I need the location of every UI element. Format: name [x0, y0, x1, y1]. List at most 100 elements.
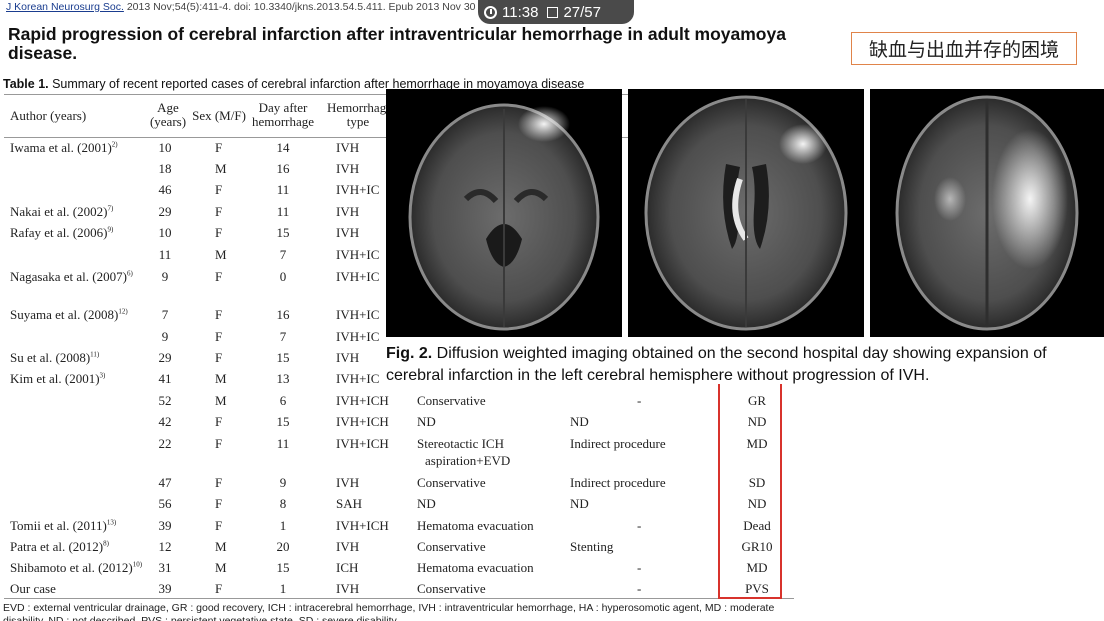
figure-caption: Fig. 2. Diffusion weighted imaging obtai… — [386, 343, 1104, 387]
table-cell-surgery: - — [637, 393, 642, 408]
table-cell-treatment: Conservative — [417, 581, 486, 596]
table-cell-surgery: Indirect procedure — [570, 436, 666, 451]
figure-images — [386, 89, 1104, 337]
table-cell-surgery: Indirect procedure — [570, 475, 666, 490]
table-cell-day: 15 — [276, 414, 290, 429]
table-cell-age: 10 — [158, 140, 172, 155]
table-cell-author: Iwama et al. (2001)2) — [10, 140, 118, 156]
table-cell-sex: F — [215, 269, 223, 284]
table-cell-hemorrhage-type: IVH+ICH — [336, 414, 389, 429]
table-cell-age: 29 — [158, 350, 172, 365]
table-cell-age: 18 — [158, 161, 172, 176]
table-cell-sex: F — [215, 414, 223, 429]
table-cell-age: 39 — [158, 518, 172, 533]
reference-number: 12) — [118, 307, 128, 316]
table-cell-hemorrhage-type: IVH — [336, 539, 360, 554]
table-cell-age: 10 — [158, 225, 172, 240]
clock-icon — [484, 5, 497, 19]
journal-link[interactable]: J Korean Neurosurg Soc. — [6, 1, 124, 13]
table-cell-hemorrhage-type: IVH — [336, 581, 360, 596]
table-cell-sex: F — [215, 496, 223, 511]
reference-number: 9) — [107, 225, 114, 234]
reference-number: 7) — [107, 204, 114, 213]
table-cell-author: Nakai et al. (2002)7) — [10, 204, 113, 220]
mri-image-1 — [386, 89, 622, 337]
table-cell-treatment: ND — [417, 496, 436, 511]
table-cell-age: 41 — [158, 371, 172, 386]
table-cell-sex: F — [215, 307, 223, 322]
header-author: Author (years) — [10, 108, 87, 123]
table-cell-day: 11 — [276, 204, 290, 219]
author-name: Nakai et al. (2002) — [10, 204, 108, 219]
table-cell-age: 9 — [161, 329, 169, 344]
table-cell-sex: F — [215, 581, 223, 596]
table-cell-author: Shibamoto et al. (2012)10) — [10, 560, 142, 576]
header-age: Age (years) — [149, 100, 187, 129]
table-cell-author: Suyama et al. (2008)12) — [10, 307, 128, 323]
header-sex: Sex (M/F) — [192, 108, 246, 123]
table-cell-hemorrhage-type: SAH — [336, 496, 363, 511]
reference-number: 6) — [126, 269, 133, 278]
table-cell-day: 8 — [279, 496, 287, 511]
table-cell-treatment: Stereotactic ICH — [417, 436, 504, 451]
table-cell-age: 46 — [158, 182, 172, 197]
author-name: Iwama et al. (2001) — [10, 140, 112, 155]
table-cell-hemorrhage-type: IVH+IC — [336, 329, 380, 344]
table-cell-author: Su et al. (2008)11) — [10, 350, 99, 366]
author-name: Kim et al. (2001) — [10, 371, 100, 386]
table-cell-sex: M — [215, 371, 227, 386]
table-cell-day: 15 — [276, 225, 290, 240]
table-cell-treatment: ND — [417, 414, 436, 429]
table-cell-surgery: Stenting — [570, 539, 614, 554]
table-cell-age: 39 — [158, 581, 172, 596]
table-cell-treatment: Conservative — [417, 475, 486, 490]
table-cell-author: Rafay et al. (2006)9) — [10, 225, 113, 241]
author-name: Suyama et al. (2008) — [10, 307, 119, 322]
table-cell-hemorrhage-type: ICH — [336, 560, 359, 575]
table-footnote-continued: disability, ND : not described, PVS : pe… — [3, 615, 397, 621]
table-cell-author: Nagasaka et al. (2007)6) — [10, 269, 133, 285]
overlay-time: 11:38 — [502, 3, 539, 21]
mri-image-3 — [870, 89, 1104, 337]
reference-number: 13) — [106, 518, 117, 527]
table-cell-sex: F — [215, 204, 223, 219]
table-cell-sex: F — [215, 225, 223, 240]
table-cell-age: 31 — [158, 560, 172, 575]
table-cell-hemorrhage-type: IVH+IC — [336, 371, 380, 386]
table-cell-hemorrhage-type: IVH — [336, 475, 360, 490]
citation-details: 2013 Nov;54(5):411-4. doi: 10.3340/jkns.… — [123, 1, 476, 13]
slide-icon — [547, 6, 559, 18]
table-cell-author: Kim et al. (2001)3) — [10, 371, 105, 387]
figure-caption-text: Diffusion weighted imaging obtained on t… — [386, 345, 1047, 384]
table-cell-hemorrhage-type: IVH — [336, 140, 360, 155]
table-cell-sex: F — [215, 350, 223, 365]
author-name: Rafay et al. (2006) — [10, 225, 108, 240]
annotation-note: 缺血与出血并存的困境 — [851, 32, 1077, 65]
table-cell-surgery: ND — [570, 414, 589, 429]
table-cell-day: 15 — [276, 350, 290, 365]
table-cell-hemorrhage-type: IVH+ICH — [336, 393, 389, 408]
table-cell-surgery: - — [637, 581, 642, 596]
table-cell-age: 56 — [158, 496, 172, 511]
table-label: Table 1. — [3, 77, 49, 91]
table-cell-day: 13 — [276, 371, 290, 386]
table-cell-hemorrhage-type: IVH — [336, 161, 360, 176]
author-name: Nagasaka et al. (2007) — [10, 269, 127, 284]
table-cell-sex: F — [215, 329, 223, 344]
table-cell-day: 1 — [279, 581, 287, 596]
table-cell-surgery: ND — [570, 496, 589, 511]
citation-line: J Korean Neurosurg Soc. 2013 Nov;54(5):4… — [6, 1, 476, 13]
table-cell-surgery: - — [637, 518, 642, 533]
table-cell-sex: M — [215, 247, 227, 262]
outcome-highlight-box — [718, 384, 782, 599]
overlay-page: 27/57 — [563, 3, 601, 21]
table-cell-treatment-continued: aspiration+EVD — [425, 453, 511, 468]
table-cell-hemorrhage-type: IVH — [336, 204, 360, 219]
table-cell-surgery: - — [637, 560, 642, 575]
table-cell-sex: M — [215, 393, 227, 408]
author-name: Our case — [10, 581, 56, 596]
figure-label: Fig. 2. — [386, 345, 433, 362]
author-name: Su et al. (2008) — [10, 350, 91, 365]
table-cell-sex: M — [215, 161, 227, 176]
table-cell-age: 42 — [158, 414, 172, 429]
